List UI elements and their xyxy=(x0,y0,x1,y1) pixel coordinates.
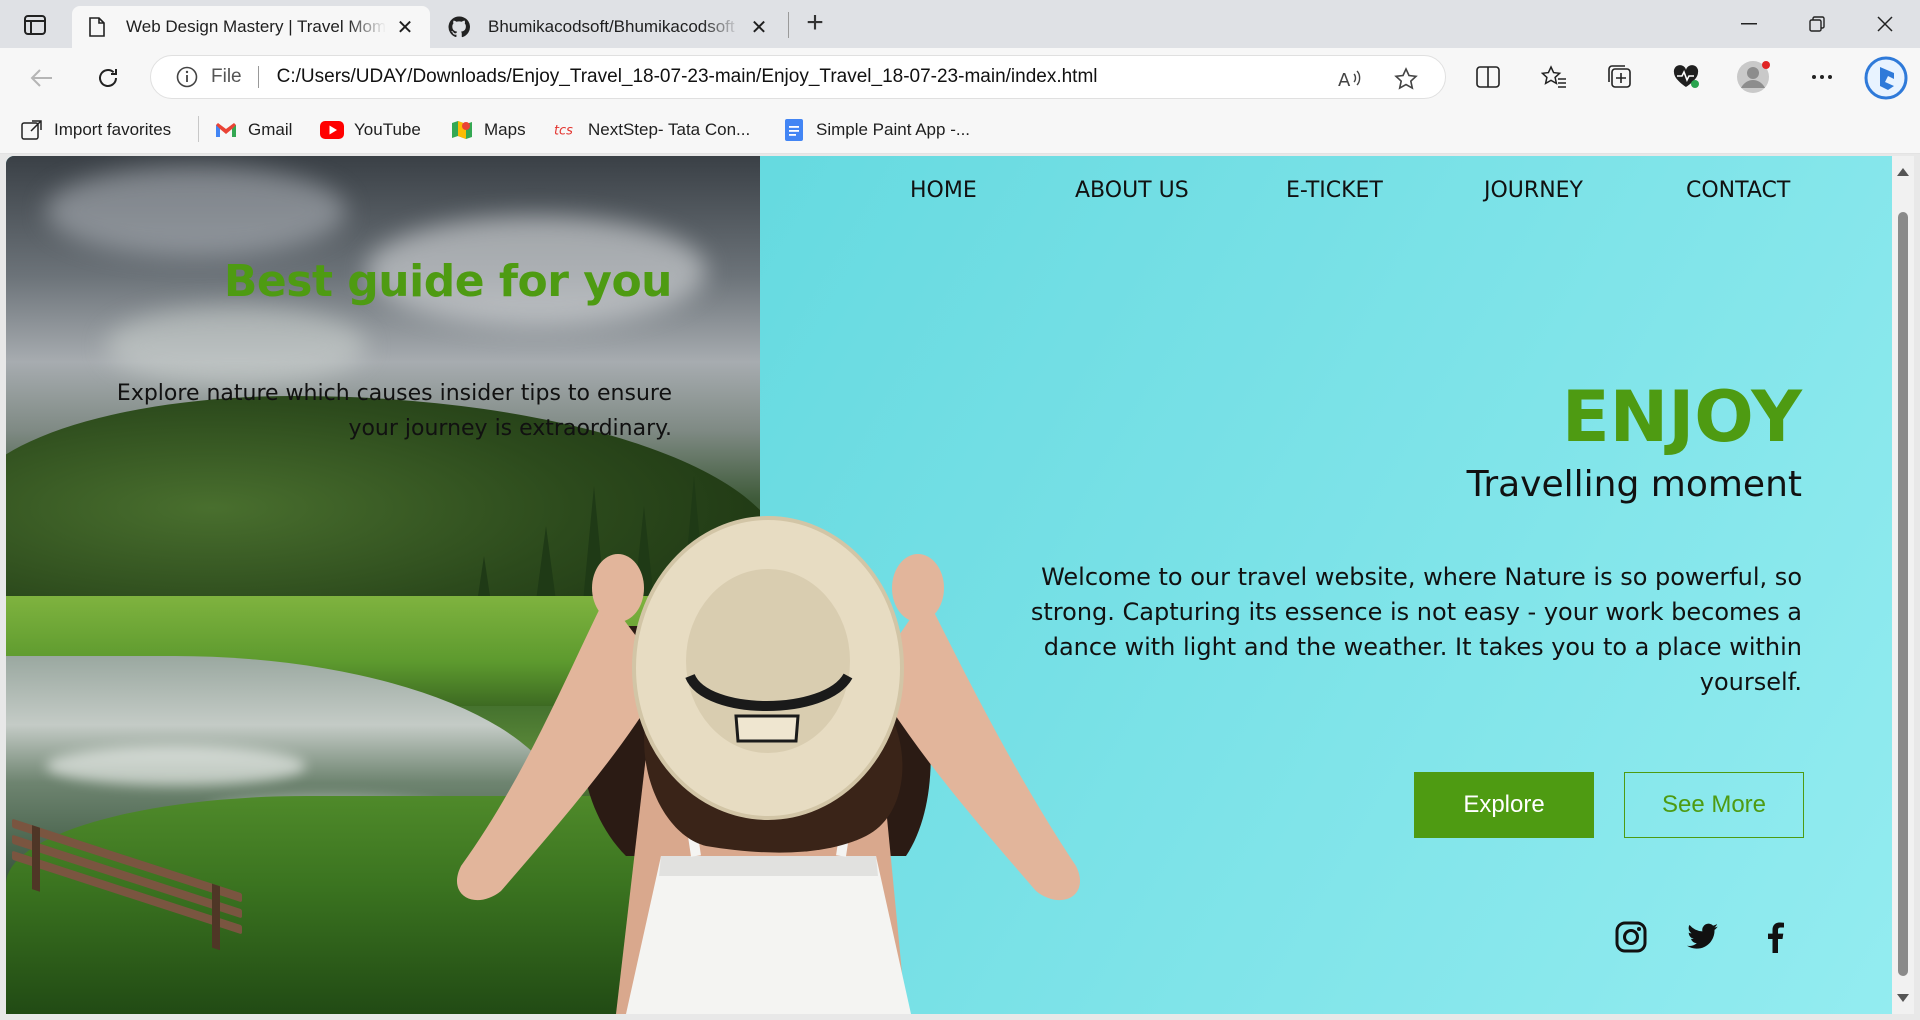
close-icon[interactable]: ✕ xyxy=(748,16,770,39)
bookmark-label: YouTube xyxy=(354,120,421,139)
bookmark-youtube[interactable]: YouTube xyxy=(320,116,421,144)
nav-e-ticket[interactable]: E-TICKET xyxy=(1286,178,1383,203)
restore-icon xyxy=(1809,16,1825,32)
vertical-scrollbar[interactable] xyxy=(1892,156,1914,1014)
twitter-icon[interactable] xyxy=(1686,920,1720,954)
youtube-icon xyxy=(320,119,344,141)
maps-icon xyxy=(450,119,474,141)
cloud xyxy=(106,306,366,386)
bookmark-label: Import favorites xyxy=(54,120,172,139)
bookmark-maps[interactable]: Maps xyxy=(450,116,526,144)
reflection xyxy=(46,746,306,786)
bookmark-import-favorites[interactable]: Import favorites xyxy=(20,116,171,144)
tab-travel-moment[interactable]: Web Design Mastery | Travel Moment ✕ xyxy=(72,6,430,48)
bookmark-label: Maps xyxy=(484,120,526,139)
back-button[interactable] xyxy=(24,60,60,96)
bench-leg xyxy=(212,883,220,951)
tab-divider xyxy=(788,12,789,38)
tab-title: Bhumikacodsoft/Bhumikacodsoft xyxy=(488,17,735,36)
github-icon xyxy=(448,16,470,38)
refresh-icon xyxy=(99,69,117,87)
back-arrow-icon xyxy=(30,69,52,87)
collections-icon[interactable] xyxy=(1604,62,1636,92)
scroll-thumb[interactable] xyxy=(1898,212,1908,976)
close-window-button[interactable] xyxy=(1860,8,1910,40)
import-icon xyxy=(20,119,44,141)
bookmarks-bar: Import favorites Gmail YouTube Maps tcs … xyxy=(0,106,1920,154)
facebook-icon[interactable] xyxy=(1758,920,1792,954)
scroll-up-arrow-icon[interactable] xyxy=(1897,168,1909,176)
bookmark-label: Simple Paint App -... xyxy=(816,120,971,139)
bookmark-divider xyxy=(198,116,199,142)
tab-title: Web Design Mastery | Travel Moment xyxy=(126,17,386,36)
bookmark-gmail[interactable]: Gmail xyxy=(214,116,292,144)
nav-journey[interactable]: JOURNEY xyxy=(1484,178,1583,203)
left-text: Explore nature which causes insider tips… xyxy=(116,381,672,441)
new-tab-button[interactable]: + xyxy=(798,8,832,42)
address-bar[interactable]: File C:/Users/UDAY/Downloads/Enjoy_Trave… xyxy=(150,55,1446,99)
tab-actions-button[interactable] xyxy=(18,10,52,40)
minimize-icon xyxy=(1741,23,1757,25)
bookmark-simple-paint[interactable]: Simple Paint App -... xyxy=(782,116,970,144)
bing-copilot-icon[interactable] xyxy=(1862,54,1910,102)
divider xyxy=(257,66,259,88)
nav-contact[interactable]: CONTACT xyxy=(1686,178,1790,203)
hero-text: Welcome to our travel website, where Nat… xyxy=(1030,563,1802,696)
tab-github[interactable]: Bhumikacodsoft/Bhumikacodsoft ✕ xyxy=(434,6,784,48)
svg-text:tcs: tcs xyxy=(554,124,573,139)
cloud xyxy=(46,166,346,256)
explore-button[interactable]: Explore xyxy=(1414,772,1594,838)
more-options-icon[interactable] xyxy=(1806,62,1838,92)
info-icon[interactable] xyxy=(175,65,199,89)
gmail-icon xyxy=(214,119,238,141)
split-screen-icon[interactable] xyxy=(1472,62,1504,92)
see-more-button[interactable]: See More xyxy=(1624,772,1804,838)
bookmark-label: NextStep- Tata Con... xyxy=(588,120,751,139)
minimize-button[interactable] xyxy=(1724,8,1774,40)
profile-avatar[interactable] xyxy=(1736,60,1770,94)
refresh-button[interactable] xyxy=(90,60,126,96)
nav-about-us[interactable]: ABOUT US xyxy=(1075,178,1189,203)
bookmark-nextstep[interactable]: tcs NextStep- Tata Con... xyxy=(554,116,750,144)
docs-icon xyxy=(782,119,806,141)
browser-toolbar: File C:/Users/UDAY/Downloads/Enjoy_Trave… xyxy=(0,48,1920,106)
page-icon xyxy=(86,16,108,38)
browser-essentials-icon[interactable] xyxy=(1670,62,1702,92)
tab-bar: Web Design Mastery | Travel Moment ✕ Bhu… xyxy=(0,0,1920,48)
tab-actions-icon xyxy=(24,15,46,35)
scheme-label: File xyxy=(211,66,242,87)
instagram-icon[interactable] xyxy=(1614,920,1648,954)
bench-leg xyxy=(32,825,40,892)
svg-text:A: A xyxy=(1338,70,1351,90)
favorites-icon[interactable] xyxy=(1538,62,1570,92)
favorite-star-icon[interactable] xyxy=(1393,66,1419,92)
tcs-icon: tcs xyxy=(554,119,578,141)
bookmark-label: Gmail xyxy=(248,120,293,139)
hero-title: ENJOY xyxy=(1561,376,1802,458)
restore-button[interactable] xyxy=(1792,8,1842,40)
scroll-down-arrow-icon[interactable] xyxy=(1897,994,1909,1002)
page-viewport: Best guide for you Explore nature which … xyxy=(6,156,1892,1014)
url-text[interactable]: C:/Users/UDAY/Downloads/Enjoy_Travel_18-… xyxy=(277,66,1098,88)
hero-subtitle: Travelling moment xyxy=(1466,464,1802,505)
close-icon xyxy=(1877,16,1893,32)
close-icon[interactable]: ✕ xyxy=(394,16,416,39)
left-title: Best guide for you xyxy=(223,256,673,307)
read-aloud-icon[interactable]: A xyxy=(1337,66,1363,92)
nav-home[interactable]: HOME xyxy=(910,178,977,203)
